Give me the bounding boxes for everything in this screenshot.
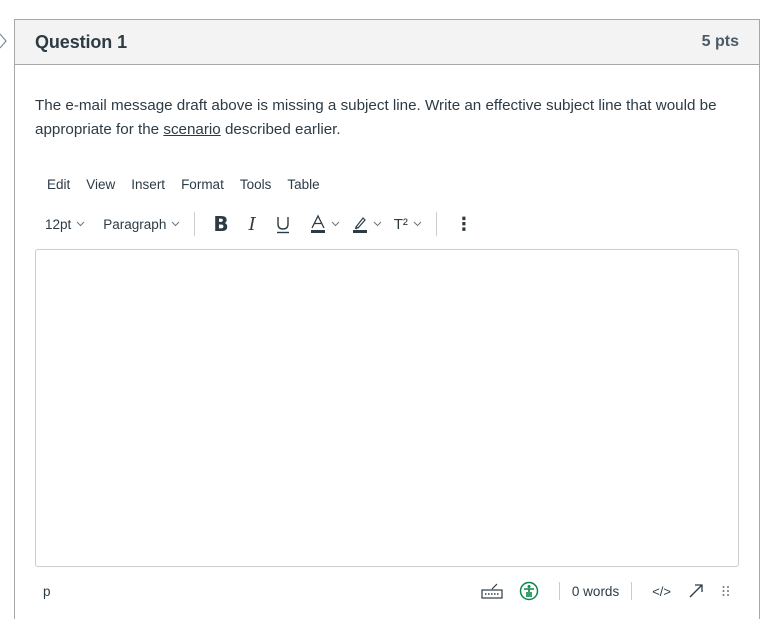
question-points: 5 pts — [701, 33, 739, 50]
underline-button[interactable] — [266, 210, 300, 238]
text-color-icon — [310, 214, 325, 233]
bold-button[interactable]: B — [203, 210, 238, 238]
editor-toolbar: 12pt Paragraph B I T² ⋮ — [39, 209, 483, 239]
menu-tools[interactable]: Tools — [232, 175, 280, 194]
font-size-value: 12pt — [45, 216, 72, 232]
statusbar-tools: 0 words </> — [473, 581, 739, 601]
statusbar-separator — [558, 582, 560, 600]
word-count[interactable]: 0 words — [572, 584, 619, 599]
menu-view[interactable]: View — [78, 175, 123, 194]
flag-question-icon[interactable] — [0, 31, 8, 51]
question-text-start: The e-mail message draft above is missin… — [35, 97, 717, 138]
block-format-value: Paragraph — [103, 216, 167, 232]
superscript-button[interactable]: T² — [388, 210, 428, 238]
element-path[interactable]: p — [43, 584, 51, 599]
toolbar-separator — [194, 212, 196, 236]
underline-icon — [276, 217, 289, 234]
drag-handle-icon — [722, 586, 729, 596]
superscript-icon: T² — [393, 215, 408, 233]
question-text: The e-mail message draft above is missin… — [35, 94, 735, 142]
editor-menubar: Edit View Insert Format Tools Table — [39, 175, 328, 194]
toolbar-separator — [435, 212, 437, 236]
html-editor-toggle[interactable]: </> — [652, 584, 671, 599]
accessibility-checker-button[interactable] — [519, 581, 539, 601]
chevron-down-icon — [413, 221, 422, 227]
menu-format[interactable]: Format — [173, 175, 232, 194]
accessibility-icon — [519, 581, 539, 601]
italic-button[interactable]: I — [239, 210, 266, 238]
bold-icon: B — [213, 212, 229, 236]
resize-handle[interactable] — [721, 584, 731, 598]
text-color-button[interactable] — [300, 210, 346, 238]
font-size-dropdown[interactable]: 12pt — [39, 210, 91, 238]
chevron-down-icon — [373, 221, 382, 227]
question-header: Question 1 5 pts — [15, 20, 759, 65]
rich-text-editor-area[interactable] — [35, 249, 739, 567]
menu-insert[interactable]: Insert — [123, 175, 173, 194]
scenario-link[interactable]: scenario — [163, 121, 220, 138]
question-title: Question 1 — [35, 31, 128, 52]
highlight-color-button[interactable] — [346, 210, 388, 238]
more-vertical-icon: ⋮ — [454, 213, 473, 234]
chevron-down-icon — [76, 221, 85, 227]
block-format-dropdown[interactable]: Paragraph — [97, 210, 186, 238]
more-options-button[interactable]: ⋮ — [445, 210, 483, 238]
question-card: Question 1 5 pts The e-mail message draf… — [14, 19, 760, 619]
question-text-end: described earlier. — [220, 121, 341, 138]
menu-edit[interactable]: Edit — [39, 175, 78, 194]
italic-icon: I — [248, 213, 256, 235]
menu-table[interactable]: Table — [279, 175, 327, 194]
chevron-down-icon — [331, 221, 340, 227]
editor-statusbar: p 0 words </> — [35, 581, 739, 601]
statusbar-separator — [631, 582, 633, 600]
highlighter-icon — [352, 217, 367, 233]
chevron-down-icon — [171, 221, 180, 227]
